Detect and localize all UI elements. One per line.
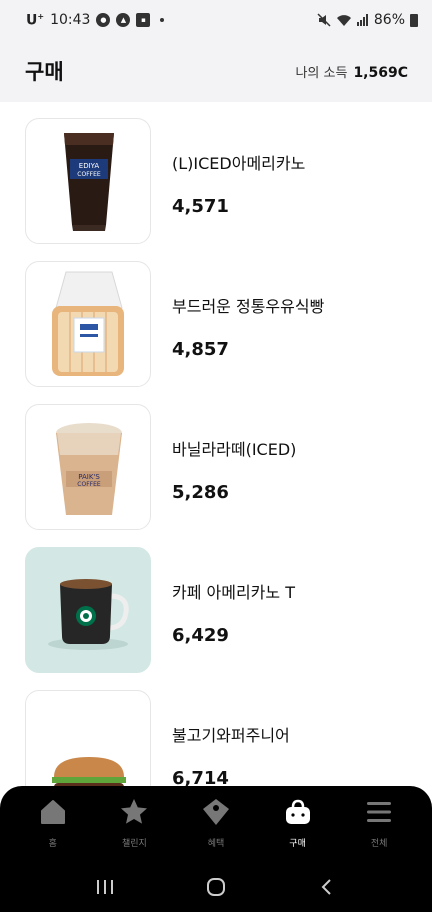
product-item[interactable]: 불고기와퍼주니어 6,714 [25, 690, 405, 786]
product-item[interactable]: EDIYA COFFEE (L)ICED아메리카노 4,571 [25, 118, 405, 244]
status-left: U+ 10:43 ● ▲ ▪ [26, 11, 165, 29]
product-info: 카페 아메리카노 T 6,429 [172, 547, 295, 673]
product-thumbnail: PAIK'S COFFEE [25, 404, 151, 530]
home-button[interactable] [201, 872, 231, 902]
product-price: 4,857 [172, 338, 229, 360]
bottom-nav: 홈 챌린지 혜택 구매 전체 [0, 786, 432, 862]
shopping-bag-icon [285, 799, 310, 824]
star-icon [121, 799, 148, 824]
nav-label: 챌린지 [121, 839, 147, 849]
nav-home[interactable]: 홈 [12, 786, 94, 862]
home-circle-icon [206, 878, 225, 896]
clock: 10:43 [50, 12, 91, 28]
my-income: 나의 소득 1,569C [295, 62, 408, 81]
product-item[interactable]: PAIK'S COFFEE 바닐라라떼(ICED) 5,286 [25, 404, 405, 530]
back-button[interactable] [312, 872, 342, 902]
income-value: 1,569C [353, 64, 408, 81]
signal-icon [356, 14, 368, 26]
status-bar: U+ 10:43 ● ▲ ▪ 86% [0, 0, 432, 40]
product-list[interactable]: EDIYA COFFEE (L)ICED아메리카노 4,571 부드러운 정통우… [0, 102, 432, 786]
burger-icon [52, 757, 126, 786]
carrier-label: U+ [26, 11, 45, 29]
product-name: 카페 아메리카노 T [172, 582, 295, 602]
home-icon [40, 800, 65, 824]
product-price: 5,286 [172, 481, 229, 503]
product-item[interactable]: 부드러운 정통우유식빵 4,857 [25, 261, 405, 387]
iced-americano-cup-icon: EDIYA COFFEE [64, 133, 114, 231]
product-thumbnail [25, 690, 151, 786]
back-chevron-icon [321, 879, 331, 895]
nav-benefits[interactable]: 혜택 [175, 786, 257, 862]
image-notification-icon: ▪ [136, 13, 151, 27]
product-price: 6,714 [172, 767, 229, 787]
recent-apps-icon [97, 880, 114, 894]
nav-challenge[interactable]: 챌린지 [94, 786, 176, 862]
product-item[interactable]: 카페 아메리카노 T 6,429 [25, 547, 405, 673]
system-nav-bar [0, 862, 432, 912]
iced-vanilla-latte-icon: PAIK'S COFFEE [56, 423, 122, 515]
product-thumbnail [25, 547, 151, 673]
svg-text:COFFEE: COFFEE [77, 481, 101, 488]
product-thumbnail: EDIYA COFFEE [25, 118, 151, 244]
page-header: 구매 나의 소득 1,569C [0, 40, 432, 102]
product-name: 부드러운 정통우유식빵 [172, 296, 325, 316]
graduation-cap-icon: ▲ [116, 13, 131, 27]
svg-text:EDIYA: EDIYA [79, 162, 100, 170]
milk-bread-icon [52, 271, 124, 376]
nav-label: 홈 [48, 839, 57, 849]
menu-icon [367, 802, 392, 822]
income-label: 나의 소득 [295, 65, 348, 81]
svg-text:PAIK'S: PAIK'S [78, 473, 100, 481]
product-price: 4,571 [172, 195, 229, 217]
nav-purchase[interactable]: 구매 [257, 786, 339, 862]
coffee-mug-icon [48, 579, 129, 650]
nav-label: 구매 [289, 839, 306, 849]
battery-percent: 86% [373, 12, 405, 28]
product-info: (L)ICED아메리카노 4,571 [172, 118, 305, 244]
talk-notification-icon: ● [96, 13, 111, 27]
product-name: 바닐라라떼(ICED) [172, 439, 297, 459]
mute-icon [317, 13, 331, 27]
product-name: (L)ICED아메리카노 [172, 153, 306, 173]
product-info: 부드러운 정통우유식빵 4,857 [172, 261, 324, 387]
nav-label: 전체 [370, 839, 388, 849]
product-thumbnail [25, 261, 151, 387]
recent-apps-button[interactable] [90, 872, 120, 902]
battery-icon [410, 13, 418, 27]
product-info: 불고기와퍼주니어 6,714 [172, 690, 290, 787]
product-name: 불고기와퍼주니어 [172, 725, 290, 745]
more-notifications-icon [160, 18, 165, 22]
svg-text:COFFEE: COFFEE [77, 171, 101, 178]
status-right: 86% [317, 12, 418, 28]
nav-label: 혜택 [207, 839, 225, 849]
product-info: 바닐라라떼(ICED) 5,286 [172, 404, 296, 530]
product-price: 6,429 [172, 624, 229, 646]
wifi-icon [336, 15, 351, 26]
page-title: 구매 [25, 60, 64, 84]
tag-icon [202, 799, 229, 825]
nav-all[interactable]: 전체 [338, 786, 420, 862]
